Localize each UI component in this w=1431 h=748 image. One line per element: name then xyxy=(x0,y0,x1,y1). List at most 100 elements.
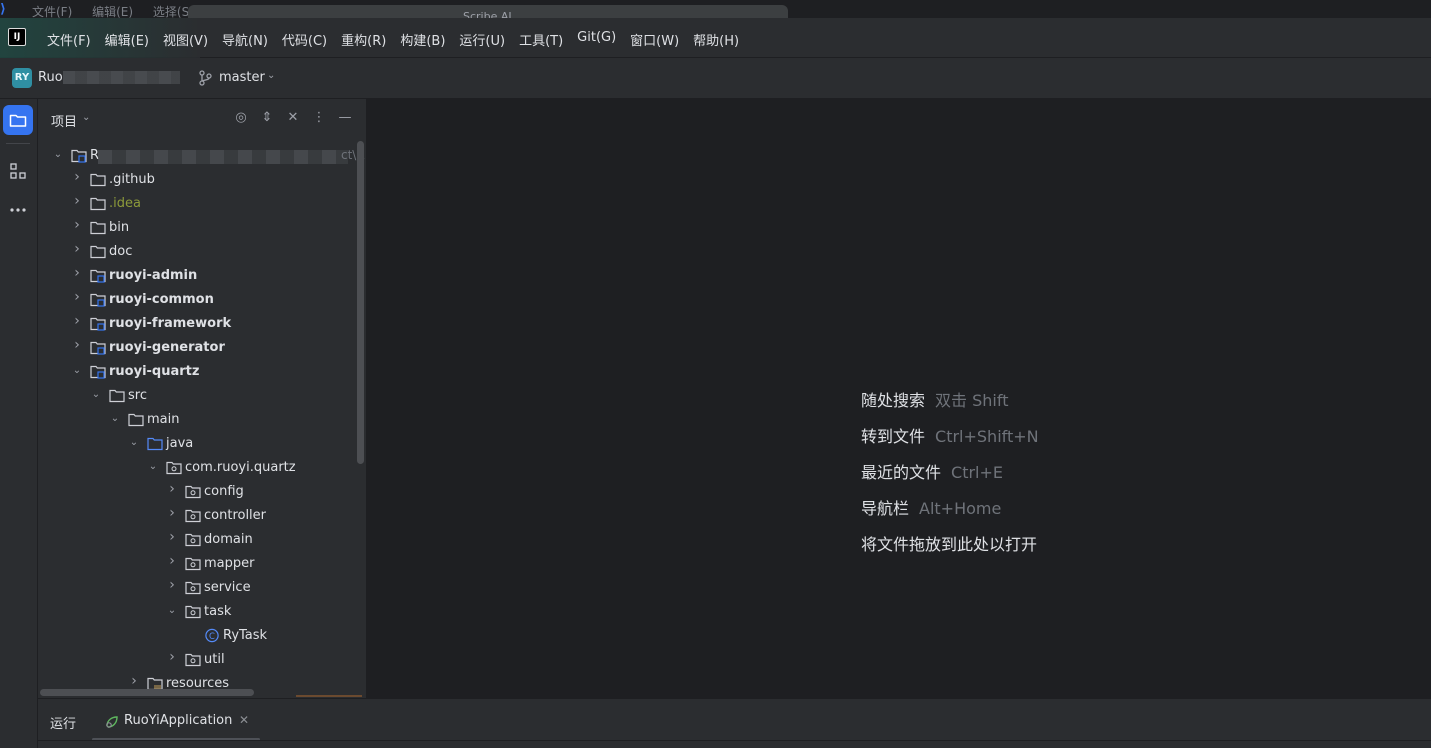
horizontal-scrollbar[interactable] xyxy=(40,689,254,696)
module-folder-icon xyxy=(90,365,106,379)
chevron-right-icon[interactable]: › xyxy=(166,554,178,568)
chevron-right-icon[interactable]: › xyxy=(128,674,140,688)
run-tool-title: 运行 xyxy=(50,717,77,732)
tree-item-label: controller xyxy=(204,508,267,523)
hint-recent-files: 最近的文件 Ctrl+E xyxy=(861,459,1039,495)
options-icon[interactable]: ⋮ xyxy=(311,110,327,126)
chevron-down-icon[interactable]: ⌄ xyxy=(128,437,140,449)
tree-item[interactable]: › .idea xyxy=(38,192,358,216)
chevron-down-icon[interactable]: ⌄ xyxy=(52,149,64,161)
collapse-all-icon[interactable]: ✕ xyxy=(285,110,301,126)
chevron-right-icon[interactable]: › xyxy=(71,170,83,184)
hint-action: 最近的文件 xyxy=(861,463,942,482)
chevron-down-icon[interactable]: ⌄ xyxy=(267,70,275,81)
tree-item[interactable]: ⌄ main xyxy=(38,408,358,432)
menu-window[interactable]: 窗口(W) xyxy=(630,30,679,49)
chevron-right-icon[interactable]: › xyxy=(166,578,178,592)
git-branch-icon[interactable] xyxy=(198,70,212,86)
hint-shortcut: Ctrl+E xyxy=(951,463,1003,482)
hint-navigation-bar: 导航栏 Alt+Home xyxy=(861,495,1039,531)
folder-icon xyxy=(109,389,125,403)
tree-item[interactable]: ⌄ java xyxy=(38,432,358,456)
menu-navigate[interactable]: 导航(N) xyxy=(222,30,268,49)
run-tool-window-bar: 运行 RuoYiApplication ✕ xyxy=(38,698,1431,748)
tree-item[interactable]: › mapper xyxy=(38,552,358,576)
menu-edit[interactable]: 编辑(E) xyxy=(105,30,149,49)
tree-item[interactable]: C RyTask xyxy=(38,624,358,648)
chevron-right-icon[interactable]: › xyxy=(166,530,178,544)
structure-tool-button[interactable] xyxy=(3,156,33,186)
chevron-down-icon[interactable]: ⌄ xyxy=(147,461,159,473)
tree-item[interactable]: › ruoyi-common xyxy=(38,288,358,312)
chevron-right-icon[interactable]: › xyxy=(166,482,178,496)
editor-area[interactable]: 随处搜索 双击 Shift 转到文件 Ctrl+Shift+N 最近的文件 Ctrl+… xyxy=(367,99,1431,698)
chevron-right-icon[interactable]: › xyxy=(71,338,83,352)
tree-item[interactable]: › ruoyi-generator xyxy=(38,336,358,360)
tree-item[interactable]: › ruoyi-framework xyxy=(38,312,358,336)
tree-item[interactable]: › ruoyi-admin xyxy=(38,264,358,288)
branch-selector[interactable]: master xyxy=(219,70,265,85)
menu-git[interactable]: Git(G) xyxy=(577,30,616,49)
tree-item[interactable]: › service xyxy=(38,576,358,600)
chevron-right-icon[interactable]: › xyxy=(166,506,178,520)
empty-editor-hints: 随处搜索 双击 Shift 转到文件 Ctrl+Shift+N 最近的文件 Ctrl+… xyxy=(861,387,1039,567)
intellij-logo-icon[interactable]: IJ xyxy=(8,28,26,46)
tree-item[interactable]: › domain xyxy=(38,528,358,552)
java-class-icon: C xyxy=(205,628,219,643)
tree-item-label: bin xyxy=(109,220,130,235)
tree-item[interactable]: ⌄ ruoyi-quartz xyxy=(38,360,358,384)
menu-run[interactable]: 运行(U) xyxy=(459,30,505,49)
module-folder-icon xyxy=(71,149,87,163)
menu-refactor[interactable]: 重构(R) xyxy=(341,30,386,49)
vscode-logo-icon: ⟩ xyxy=(0,2,6,17)
tree-item-label: ruoyi-generator xyxy=(109,340,225,355)
folder-icon xyxy=(90,245,106,259)
ghost-menu: 文件(F) 编辑(E) 选择(S) xyxy=(32,3,210,18)
chevron-down-icon[interactable]: ⌄ xyxy=(82,112,90,123)
chevron-right-icon[interactable]: › xyxy=(71,266,83,280)
chevron-right-icon[interactable]: › xyxy=(71,194,83,208)
more-tools-button[interactable] xyxy=(3,195,33,225)
run-config-tab[interactable]: RuoYiApplication ✕ xyxy=(92,705,260,741)
locate-icon[interactable]: ◎ xyxy=(233,110,249,126)
spring-boot-run-icon xyxy=(106,716,118,728)
tree-item[interactable]: › util xyxy=(38,648,358,672)
chevron-down-icon[interactable]: ⌄ xyxy=(109,413,121,425)
tree-item[interactable]: › doc xyxy=(38,240,358,264)
expand-all-icon[interactable]: ⇕ xyxy=(259,110,275,126)
menu-build[interactable]: 构建(B) xyxy=(400,30,445,49)
tree-item[interactable]: › .github xyxy=(38,168,358,192)
folder-icon xyxy=(90,173,106,187)
menu-help[interactable]: 帮助(H) xyxy=(693,30,739,49)
tree-item[interactable]: › controller xyxy=(38,504,358,528)
chevron-right-icon[interactable]: › xyxy=(71,218,83,232)
chevron-right-icon[interactable]: › xyxy=(71,242,83,256)
project-tree: ⌄ R ct\R › .github › .idea › bin › doc › ruoyi-ad… xyxy=(38,144,365,696)
menu-view[interactable]: 视图(V) xyxy=(163,30,208,49)
tree-item[interactable]: ⌄ src xyxy=(38,384,358,408)
chevron-right-icon[interactable]: › xyxy=(71,314,83,328)
project-tool-button[interactable] xyxy=(3,105,33,135)
chevron-down-icon[interactable]: ⌄ xyxy=(90,389,102,401)
menu-file[interactable]: 文件(F) xyxy=(47,30,91,49)
chevron-down-icon[interactable]: ⌄ xyxy=(71,365,83,377)
tree-item[interactable]: ⌄ com.ruoyi.quartz xyxy=(38,456,358,480)
tree-root[interactable]: ⌄ R ct\R xyxy=(38,144,365,168)
close-icon[interactable]: ✕ xyxy=(239,713,249,727)
menu-tools[interactable]: 工具(T) xyxy=(519,30,563,49)
project-badge[interactable]: RY xyxy=(12,68,32,88)
tree-item-label: ruoyi-quartz xyxy=(109,364,200,379)
tree-item-label: ruoyi-admin xyxy=(109,268,198,283)
vertical-scrollbar[interactable] xyxy=(357,141,364,464)
ghost-menu-item: 文件(F) xyxy=(32,5,73,18)
minimize-icon[interactable]: — xyxy=(337,110,353,126)
project-name[interactable]: Ruo xyxy=(38,70,63,85)
chevron-right-icon[interactable]: › xyxy=(166,650,178,664)
tree-item[interactable]: › config xyxy=(38,480,358,504)
chevron-right-icon[interactable]: › xyxy=(71,290,83,304)
tree-item[interactable]: › bin xyxy=(38,216,358,240)
chevron-down-icon[interactable]: ⌄ xyxy=(166,605,178,617)
project-view-title[interactable]: 项目 xyxy=(51,111,77,130)
tree-item[interactable]: ⌄ task xyxy=(38,600,358,624)
menu-code[interactable]: 代码(C) xyxy=(282,30,327,49)
